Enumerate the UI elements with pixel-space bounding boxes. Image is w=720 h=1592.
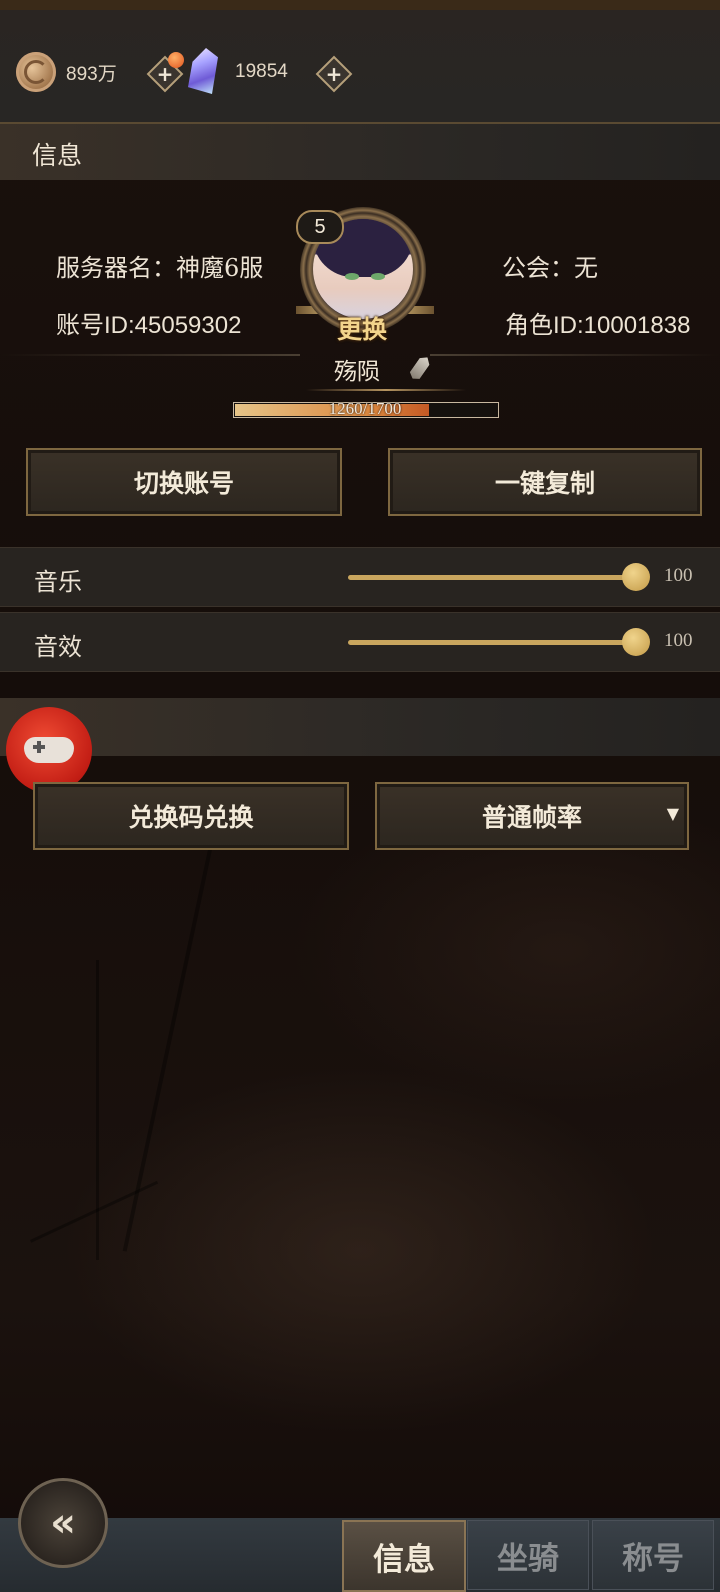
- redeem-code-button[interactable]: 兑换码兑换: [33, 782, 349, 850]
- plus-icon: +: [325, 62, 343, 86]
- switch-account-button[interactable]: 切换账号: [26, 448, 342, 516]
- music-value: 100: [664, 565, 693, 586]
- gamepad-float-button[interactable]: [6, 707, 92, 793]
- sfx-label: 音效: [34, 633, 82, 661]
- name-underline: [306, 389, 466, 391]
- music-slider-track[interactable]: [348, 575, 634, 580]
- crystal-icon: [188, 48, 218, 94]
- crystal-amount: 19854: [235, 61, 288, 82]
- sfx-slider-track[interactable]: [348, 640, 634, 645]
- divider: [430, 354, 720, 356]
- music-label: 音乐: [34, 568, 82, 596]
- change-avatar-button[interactable]: 更换: [322, 310, 402, 346]
- tab-info-label: 信息: [373, 1541, 435, 1578]
- player-name: 殇陨: [334, 359, 380, 385]
- tab-mount-label: 坐骑: [497, 1540, 559, 1577]
- guild-name: 公会：无: [502, 254, 598, 282]
- sfx-slider-knob[interactable]: [622, 628, 650, 656]
- music-slider-knob[interactable]: [622, 563, 650, 591]
- coin-icon: [16, 52, 56, 92]
- sfx-value: 100: [664, 630, 693, 651]
- level-badge: 5: [296, 210, 344, 244]
- switch-account-label: 切换账号: [133, 469, 234, 498]
- coin-amount: 893万: [66, 63, 117, 85]
- redeem-code-label: 兑换码兑换: [128, 803, 254, 832]
- tab-info[interactable]: 信息: [342, 1520, 466, 1592]
- copy-all-label: 一键复制: [494, 469, 595, 498]
- notification-dot: [168, 52, 184, 68]
- frame-rate-value: 普通帧率: [481, 803, 582, 832]
- account-id: 账号ID:45059302: [56, 312, 242, 339]
- divider: [0, 354, 300, 356]
- resource-bar: 893万 + 19854 +: [0, 0, 720, 124]
- music-setting-row: 音乐 100: [0, 547, 720, 607]
- background-branch: [96, 960, 99, 1260]
- copy-all-button[interactable]: 一键复制: [388, 448, 702, 516]
- frame-rate-select[interactable]: 普通帧率 ▼: [375, 782, 689, 850]
- coin-resource: 893万: [16, 50, 117, 94]
- tab-title-label: 称号: [622, 1540, 684, 1577]
- tab-title[interactable]: 称号: [592, 1520, 714, 1590]
- gamepad-icon: [24, 737, 74, 763]
- role-id: 角色ID:10001838: [505, 312, 691, 339]
- back-button[interactable]: «: [18, 1478, 108, 1568]
- xp-text: 1260/1700: [328, 399, 402, 418]
- tab-mount[interactable]: 坐骑: [467, 1520, 589, 1590]
- info-section-header: 信息: [0, 124, 720, 180]
- server-name: 服务器名：神魔6服: [56, 254, 264, 282]
- add-crystals-button[interactable]: +: [315, 55, 353, 93]
- dropdown-arrow-icon: ▼: [666, 804, 679, 823]
- top-strip: [0, 0, 720, 10]
- info-section-title: 信息: [32, 141, 83, 170]
- crystal-resource: 19854: [225, 50, 288, 94]
- back-arrow-icon: «: [50, 1500, 76, 1546]
- sfx-setting-row: 音效 100: [0, 612, 720, 672]
- other-section-header: 其他: [0, 698, 720, 756]
